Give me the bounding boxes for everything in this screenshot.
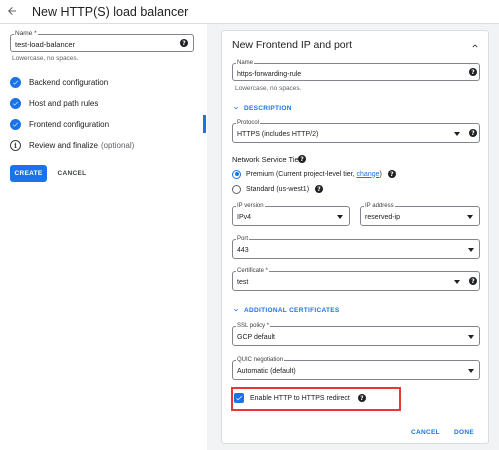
step-label: Review and finalize bbox=[29, 140, 98, 150]
tier-premium-label: Premium (Current project-level tier, bbox=[246, 170, 355, 178]
certificate-value: test bbox=[237, 279, 249, 286]
card-cancel-button[interactable]: CANCEL bbox=[411, 429, 440, 436]
top-bar: New HTTP(S) load balancer bbox=[0, 0, 499, 24]
step-review-and-finalize[interactable]: i Review and finalize (optional) bbox=[10, 138, 134, 152]
step-label: Frontend configuration bbox=[29, 119, 110, 129]
tier-premium-radio[interactable]: Premium (Current project-level tier, cha… bbox=[232, 168, 396, 180]
protocol-select[interactable]: Protocol HTTPS (includes HTTP/2) ? bbox=[232, 119, 480, 143]
chevron-up-icon[interactable] bbox=[470, 41, 480, 51]
ssl-policy-value: GCP default bbox=[237, 334, 276, 341]
help-icon[interactable]: ? bbox=[180, 39, 188, 47]
help-icon[interactable]: ? bbox=[387, 170, 396, 178]
lb-name-hint: Lowercase, no spaces. bbox=[12, 55, 79, 62]
dropdown-arrow-icon bbox=[467, 215, 473, 219]
info-icon: i bbox=[10, 139, 21, 151]
additional-certificates-label: ADDITIONAL CERTIFICATES bbox=[244, 306, 340, 314]
radio-unselected-icon bbox=[232, 184, 241, 194]
check-circle-icon bbox=[10, 118, 21, 130]
https-redirect-label: Enable HTTP to HTTPS redirect bbox=[250, 394, 350, 402]
ip-version-select[interactable]: IP version IPv4 bbox=[232, 202, 350, 226]
check-circle-icon bbox=[10, 76, 21, 88]
ip-address-value: reserved-ip bbox=[365, 214, 401, 221]
quic-label: QUIC negotiation bbox=[236, 356, 285, 364]
help-icon[interactable]: ? bbox=[298, 155, 306, 163]
https-redirect-checkbox[interactable]: Enable HTTP to HTTPS redirect ? bbox=[234, 392, 366, 404]
dropdown-arrow-icon bbox=[337, 215, 343, 219]
dropdown-arrow-icon bbox=[468, 248, 474, 252]
ssl-policy-label: SSL policy * bbox=[236, 322, 271, 330]
change-tier-link[interactable]: change bbox=[357, 171, 380, 178]
chevron-down-icon bbox=[234, 308, 238, 312]
network-tier-label: Network Service Tier bbox=[232, 155, 302, 164]
frontend-name-label: Name bbox=[236, 59, 255, 67]
card-done-button[interactable]: DONE bbox=[454, 429, 474, 436]
ssl-policy-select[interactable]: SSL policy * GCP default bbox=[232, 322, 480, 346]
checkbox-checked-icon bbox=[234, 393, 244, 403]
help-icon[interactable]: ? bbox=[469, 68, 477, 76]
right-panel: New Frontend IP and port Name https-forw… bbox=[207, 24, 499, 450]
description-toggle[interactable]: DESCRIPTION bbox=[232, 103, 292, 113]
description-toggle-label: DESCRIPTION bbox=[244, 104, 292, 112]
dropdown-arrow-icon bbox=[454, 132, 460, 136]
protocol-value: HTTPS (includes HTTP/2) bbox=[237, 131, 319, 138]
quic-negotiation-select[interactable]: QUIC negotiation Automatic (default) bbox=[232, 356, 480, 380]
dropdown-arrow-icon bbox=[468, 335, 474, 339]
help-icon[interactable]: ? bbox=[357, 394, 366, 402]
frontend-card: New Frontend IP and port Name https-forw… bbox=[221, 30, 489, 444]
step-optional-label: (optional) bbox=[100, 140, 135, 150]
additional-certificates-toggle[interactable]: ADDITIONAL CERTIFICATES bbox=[232, 305, 340, 315]
frontend-name-hint: Lowercase, no spaces. bbox=[235, 85, 302, 92]
active-step-indicator bbox=[203, 115, 206, 133]
help-icon[interactable]: ? bbox=[469, 277, 477, 285]
step-label: Host and path rules bbox=[29, 98, 99, 108]
ip-address-select[interactable]: IP address reserved-ip bbox=[360, 202, 480, 226]
tier-premium-close: ) bbox=[379, 170, 382, 178]
frontend-name-value: https-forwarding-rule bbox=[237, 71, 302, 78]
card-title: New Frontend IP and port bbox=[232, 39, 353, 51]
port-select[interactable]: Port 443 bbox=[232, 235, 480, 259]
left-panel: Name * test-load-balancer ? Lowercase, n… bbox=[0, 24, 207, 450]
dropdown-arrow-icon bbox=[468, 369, 474, 373]
dropdown-arrow-icon bbox=[454, 280, 460, 284]
step-label: Backend configuration bbox=[29, 77, 109, 87]
page-title: New HTTP(S) load balancer bbox=[32, 5, 189, 19]
ip-version-value: IPv4 bbox=[237, 214, 252, 221]
certificate-label: Certificate * bbox=[236, 267, 270, 275]
ip-address-label: IP address bbox=[364, 202, 395, 210]
arrow-back-icon[interactable] bbox=[4, 3, 20, 19]
radio-selected-icon bbox=[232, 169, 241, 179]
port-value: 443 bbox=[237, 247, 249, 254]
cancel-button[interactable]: CANCEL bbox=[54, 165, 90, 182]
chevron-down-icon bbox=[234, 106, 238, 110]
check-circle-icon bbox=[10, 97, 21, 109]
lb-name-label: Name * bbox=[14, 30, 38, 38]
step-host-and-path-rules[interactable]: Host and path rules bbox=[10, 96, 98, 110]
ip-version-label: IP version bbox=[236, 202, 265, 210]
quic-value: Automatic (default) bbox=[237, 368, 296, 375]
tier-standard-label: Standard (us-west1) bbox=[246, 185, 310, 193]
certificate-select[interactable]: Certificate * test ? bbox=[232, 267, 480, 291]
lb-name-field[interactable]: Name * test-load-balancer ? bbox=[10, 30, 194, 52]
frontend-name-field[interactable]: Name https-forwarding-rule ? bbox=[232, 59, 480, 81]
port-label: Port bbox=[236, 235, 250, 243]
create-button[interactable]: CREATE bbox=[10, 165, 47, 182]
step-frontend-configuration[interactable]: Frontend configuration bbox=[10, 117, 109, 131]
protocol-label: Protocol bbox=[236, 119, 261, 127]
help-icon[interactable]: ? bbox=[469, 129, 477, 137]
tier-standard-radio[interactable]: Standard (us-west1) ? bbox=[232, 183, 324, 195]
lb-name-value: test-load-balancer bbox=[15, 40, 76, 49]
step-backend-configuration[interactable]: Backend configuration bbox=[10, 75, 108, 89]
help-icon[interactable]: ? bbox=[315, 185, 324, 193]
